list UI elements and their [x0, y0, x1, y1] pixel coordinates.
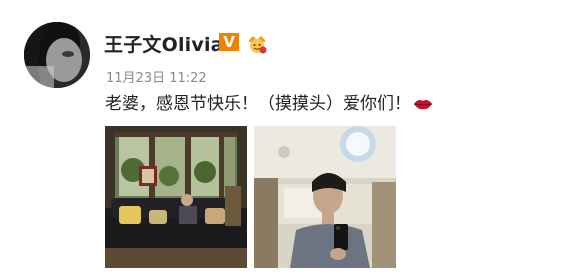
- avatar[interactable]: [24, 22, 90, 88]
- post-timestamp[interactable]: 11月23日 11:22: [106, 67, 207, 86]
- weibo-member-crown-icon[interactable]: [245, 30, 269, 54]
- post-photo[interactable]: [254, 126, 396, 268]
- post-photo[interactable]: [105, 126, 247, 268]
- post-text: 老婆，感恩节快乐！（摸摸头）爱你们！: [105, 92, 433, 119]
- lips-icon: [413, 95, 433, 119]
- username[interactable]: 王子文Olivia: [104, 30, 224, 57]
- post-text-body: 老婆，感恩节快乐！（摸摸头）爱你们！: [105, 94, 411, 114]
- verified-badge[interactable]: V: [219, 33, 239, 51]
- weibo-post: 王子文Olivia V 11月23日 11:22 老婆，感恩节快乐！（摸摸头）爱…: [0, 0, 580, 280]
